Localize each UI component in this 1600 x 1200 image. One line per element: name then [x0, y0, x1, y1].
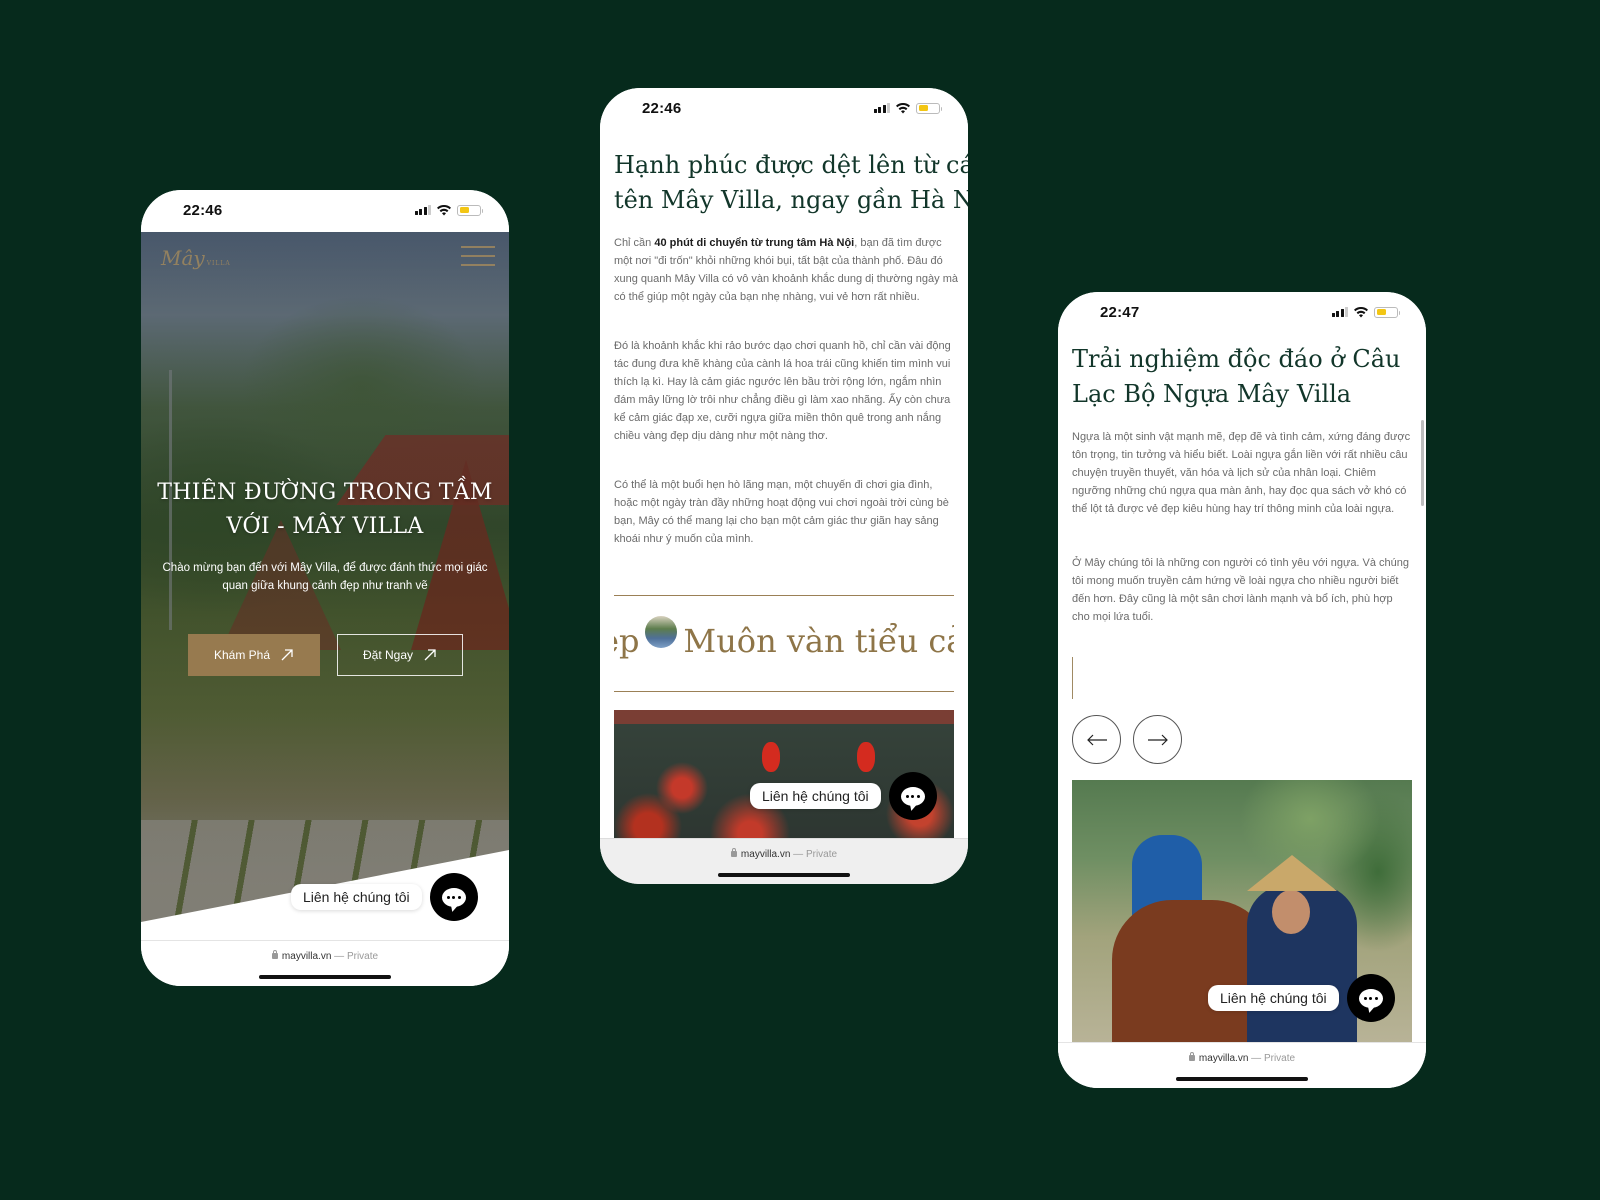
- chat-button[interactable]: [888, 772, 937, 820]
- divider: [614, 691, 954, 692]
- hero-section: Mây VILLA THIÊN ĐƯỜNG TRONG TẦM VỚI - MÂY…: [141, 230, 509, 940]
- signal-icon: [873, 103, 890, 113]
- marquee-segment: Muôn vàn tiểu cảnh: [683, 622, 954, 660]
- previous-button[interactable]: [1072, 715, 1121, 764]
- heading-line: Lạc Bộ Ngựa Mây Villa: [1072, 380, 1352, 408]
- arrow-up-right-icon: [281, 649, 293, 661]
- heading-line: Trải nghiệm độc đáo ở Câu: [1072, 345, 1401, 373]
- arrow-right-icon: [1147, 734, 1168, 745]
- paragraph-2: Đó là khoảnh khắc khi rảo bước dạo chơi …: [614, 340, 951, 443]
- url-text: mayvilla.vn — Private: [141, 950, 509, 962]
- wifi-icon: [437, 204, 451, 216]
- paragraph-3: Có thể là một buổi hẹn hò lãng mạn, một …: [614, 479, 949, 546]
- url-text: mayvilla.vn — Private: [600, 848, 968, 860]
- status-icons: [1331, 306, 1400, 318]
- status-bar: 22:46: [600, 88, 968, 130]
- browser-url-bar[interactable]: mayvilla.vn — Private: [1058, 1042, 1426, 1088]
- explore-button[interactable]: Khám Phá: [188, 634, 320, 676]
- status-icons: [873, 102, 942, 114]
- status-bar: 22:47: [1058, 292, 1426, 334]
- marquee-segment: ẹp: [614, 622, 640, 660]
- image-detail: [1247, 855, 1337, 891]
- gold-accent-bar: [1072, 657, 1073, 699]
- section-heading: Trải nghiệm độc đáo ở Câu Lạc Bộ Ngựa Mâ…: [1072, 342, 1416, 412]
- status-bar: 22:46: [141, 190, 509, 232]
- chat-bubble-icon: [900, 786, 925, 806]
- marquee-text: ẹp Muôn vàn tiểu cảnh: [614, 616, 954, 660]
- url-private-label: — Private: [334, 951, 379, 962]
- book-now-button-label: Đặt Ngay: [362, 648, 414, 662]
- chat-bubble-icon: [441, 887, 466, 907]
- status-time: 22:46: [183, 202, 223, 219]
- chat-button[interactable]: [1346, 974, 1395, 1022]
- url-domain: mayvilla.vn: [1198, 1053, 1249, 1064]
- arrow-left-icon: [1086, 734, 1107, 745]
- hero-title: THIÊN ĐƯỜNG TRONG TẦM VỚI - MÂY VILLA: [141, 476, 509, 544]
- home-indicator[interactable]: [718, 873, 850, 877]
- home-indicator[interactable]: [259, 975, 391, 979]
- lock-icon: [271, 950, 278, 959]
- lock-icon: [1188, 1052, 1195, 1061]
- phone-horse-club-screen: 22:47 Trải nghiệm độc đáo ở Câu Lạc Bộ N…: [1058, 292, 1426, 1088]
- signal-icon: [1331, 307, 1348, 317]
- status-time: 22:47: [1100, 304, 1140, 321]
- lock-icon: [730, 848, 737, 857]
- contact-us-button[interactable]: Liên hệ chúng tôi: [291, 884, 422, 910]
- explore-button-label: Khám Phá: [213, 648, 271, 662]
- wifi-icon: [1354, 306, 1368, 318]
- hamburger-icon[interactable]: [461, 246, 495, 266]
- heading-line: tên Mây Villa, ngay gần Hà Nội: [614, 186, 968, 214]
- hero-title-line: VỚI - MÂY VILLA: [226, 514, 424, 539]
- logo-text: Mây: [161, 246, 205, 270]
- contact-widget: Liên hệ chúng tôi: [750, 772, 937, 820]
- hero-subtitle: Chào mừng bạn đến với Mây Villa, để được…: [162, 562, 488, 592]
- browser-url-bar[interactable]: mayvilla.vn — Private: [141, 940, 509, 986]
- home-indicator[interactable]: [1176, 1077, 1308, 1081]
- chat-button[interactable]: [429, 873, 478, 921]
- status-icons: [414, 204, 483, 216]
- contact-us-button[interactable]: Liên hệ chúng tôi: [1208, 985, 1339, 1011]
- chat-bubble-icon: [1358, 988, 1383, 1008]
- phone-home-screen: 22:46 Mây VILLA THIÊN ĐƯỜNG TRONG TẦM VỚI…: [141, 190, 509, 986]
- contact-widget: Liên hệ chúng tôi: [1208, 974, 1395, 1022]
- paragraph-1: Ngựa là một sinh vật mạnh mẽ, đẹp đẽ và …: [1072, 431, 1411, 516]
- logo-subtext: VILLA: [206, 260, 231, 267]
- url-private-label: — Private: [793, 849, 838, 860]
- hero-buttons: Khám Phá Đặt Ngay: [188, 634, 463, 676]
- battery-icon: [457, 204, 483, 216]
- battery-icon: [1374, 306, 1400, 318]
- status-time: 22:46: [642, 100, 682, 117]
- scrollbar[interactable]: [1421, 420, 1424, 506]
- heading-line: Hạnh phúc được dệt lên từ cái: [614, 151, 968, 179]
- url-text: mayvilla.vn — Private: [1058, 1052, 1426, 1064]
- lantern-detail: [762, 742, 780, 772]
- paragraph-2: Ở Mây chúng tôi là những con người có tì…: [1072, 557, 1410, 624]
- battery-icon: [916, 102, 942, 114]
- next-button[interactable]: [1133, 715, 1182, 764]
- phone-about-screen: 22:46 Hạnh phúc được dệt lên từ cái tên …: [600, 88, 968, 884]
- logo[interactable]: Mây VILLA: [161, 246, 231, 270]
- divider: [614, 595, 954, 596]
- url-domain: mayvilla.vn: [740, 849, 791, 860]
- contact-widget: Liên hệ chúng tôi: [291, 873, 478, 921]
- section-heading: Hạnh phúc được dệt lên từ cái tên Mây Vi…: [614, 148, 968, 218]
- hero-title-line: THIÊN ĐƯỜNG TRONG TẦM: [157, 480, 493, 505]
- arrow-up-right-icon: [424, 649, 436, 661]
- lantern-detail: [857, 742, 875, 772]
- contact-us-button[interactable]: Liên hệ chúng tôi: [750, 783, 881, 809]
- marquee-thumbnail: [645, 616, 678, 648]
- wifi-icon: [896, 102, 910, 114]
- book-now-button[interactable]: Đặt Ngay: [337, 634, 463, 676]
- image-detail: [1272, 890, 1310, 934]
- url-private-label: — Private: [1251, 1053, 1296, 1064]
- paragraph-1: Chỉ cần 40 phút di chuyển từ trung tâm H…: [614, 234, 958, 306]
- paragraph-bold-text: 40 phút di chuyển từ trung tâm Hà Nội: [654, 237, 855, 249]
- url-domain: mayvilla.vn: [281, 951, 332, 962]
- paragraph-text: Chỉ cần: [614, 237, 655, 249]
- browser-url-bar[interactable]: mayvilla.vn — Private: [600, 838, 968, 884]
- signal-icon: [414, 205, 431, 215]
